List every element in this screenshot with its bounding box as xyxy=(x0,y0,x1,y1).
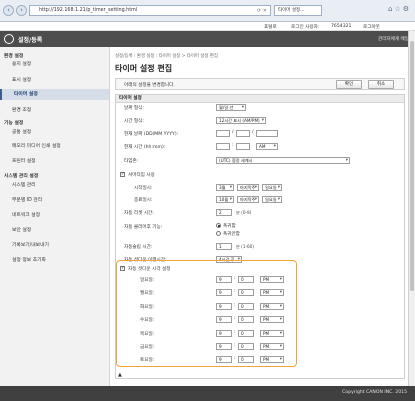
auto-reset-hint: 분 (0-9) xyxy=(236,210,252,215)
time-format-label: 시간 형식: xyxy=(124,119,144,124)
time-hour-input[interactable] xyxy=(216,143,230,150)
sidebar-group-function: 기능 설정 xyxy=(4,121,24,126)
settings-logo-icon xyxy=(4,34,14,44)
sidebar-item-system-manage[interactable]: 시스템 관리 xyxy=(0,180,109,191)
timezone-select[interactable]: (UTC) 협정 세계시 xyxy=(216,157,350,164)
page-scrollbar[interactable] xyxy=(408,31,415,386)
sidebar-item-security[interactable]: 보안 설정 xyxy=(0,225,109,236)
browser-toolbar: ‹ › http://192.168.1.21/p_timer_setting.… xyxy=(0,0,415,22)
cancel-button[interactable]: 취소 xyxy=(368,80,394,89)
page-title: 타이머 설정 편집 xyxy=(115,64,173,73)
dst-start-label: 시작일시: xyxy=(134,186,153,191)
dst-checkbox[interactable]: ✓ xyxy=(120,172,125,177)
login-user: 7654321 xyxy=(331,24,352,29)
date-year-input[interactable] xyxy=(256,130,278,137)
forward-arrow-icon[interactable]: › xyxy=(16,5,27,16)
time-minute-input[interactable] xyxy=(236,143,250,150)
sidebar-item-display[interactable]: 표시 설정 xyxy=(0,75,109,86)
sidebar-item-memory-print[interactable]: 메모리 미디어 인쇄 설정 xyxy=(0,141,109,152)
copyright-text: Copyright CANON INC. 2015 xyxy=(342,390,407,395)
sidebar-group-preferences: 환경 설정 xyxy=(4,54,24,59)
sidebar-item-dept-id[interactable]: 부문별 ID 관리 xyxy=(0,195,109,206)
after-reset-option-1: 폭귀함 xyxy=(223,224,236,229)
auto-sleep-input[interactable]: 1 xyxy=(216,243,232,250)
sidebar-item-adjustment[interactable]: 환경 조정 xyxy=(0,105,109,116)
action-bar: 아래의 설정을 변경합니다. 확인 취소 xyxy=(115,78,405,90)
date-day-input[interactable] xyxy=(216,130,230,137)
back-arrow-icon[interactable]: ‹ xyxy=(3,5,14,16)
auto-reset-input[interactable]: 2 xyxy=(216,209,232,216)
sidebar: 환경 설정 용지 설정 표시 설정 타이머 설정 환경 조정 기능 설정 공통 … xyxy=(0,47,110,386)
breadcrumb: 설정/등록 : 환경 설정 : 타이머 설정 > 타이머 설정 편집 xyxy=(115,54,218,59)
date-month-input[interactable] xyxy=(236,130,250,137)
app-title: 설정/등록 xyxy=(18,37,43,44)
panel-title: 타이머 설정 xyxy=(116,95,404,103)
dst-start-month-select[interactable]: 3월 xyxy=(216,184,234,191)
dst-end-label: 종료일시: xyxy=(134,198,153,203)
admin-mail-link[interactable]: 관리자에게 메일 xyxy=(378,36,409,42)
ok-button[interactable]: 확인 xyxy=(336,80,362,89)
sidebar-item-network[interactable]: 네트워크 설정 xyxy=(0,210,109,221)
refresh-icon[interactable]: ⟳ ✕ xyxy=(257,6,267,15)
portal-link[interactable]: 포털로 xyxy=(264,24,277,30)
dst-end-day-select[interactable]: 일요일 xyxy=(262,196,282,203)
after-reset-option-2: 폭귀안함 xyxy=(223,232,240,237)
auto-sleep-hint: 분 (1-60) xyxy=(236,244,254,249)
current-time-label: 현재 시간 (hh:mm): xyxy=(124,145,166,150)
after-reset-label: 자동 클리어후 기능: xyxy=(124,225,163,230)
sidebar-item-logs[interactable]: 기록보기/내보내기 xyxy=(0,240,109,251)
date-separator: / xyxy=(252,130,254,135)
time-ampm-select[interactable]: AM xyxy=(256,143,278,150)
app-header: 설정/등록 관리자에게 메일 xyxy=(0,31,415,47)
sidebar-item-common[interactable]: 공통 설정 xyxy=(0,127,109,138)
auto-reset-label: 자동 리셋 시간: xyxy=(124,211,154,216)
date-format-label: 날짜 형식: xyxy=(124,106,144,111)
dst-end-week-select[interactable]: 마지막주 xyxy=(237,196,259,203)
instruction-text: 아래의 설정을 변경합니다. xyxy=(124,83,175,88)
time-format-select[interactable]: 12시간 표시 (AM/PM) xyxy=(216,117,266,124)
url-text: http://192.168.1.21/p_timer_setting.html xyxy=(39,8,138,13)
address-bar[interactable]: http://192.168.1.21/p_timer_setting.html… xyxy=(29,5,271,16)
after-reset-radio-2[interactable] xyxy=(216,231,221,236)
auto-sleep-label: 자동슬립 시간: xyxy=(124,245,153,250)
browser-menu-icons[interactable]: ⌂☆⚙ xyxy=(388,5,411,13)
dst-end-month-select[interactable]: 10월 xyxy=(216,196,234,203)
weekly-highlight-frame xyxy=(116,260,297,367)
date-separator: / xyxy=(232,130,234,135)
dst-label: 서머타임 사용 xyxy=(128,173,155,178)
sidebar-group-system: 시스템 관리 설정 xyxy=(4,174,39,179)
sidebar-item-reset[interactable]: 설정 정보 초기화 xyxy=(0,255,109,266)
sidebar-item-timer[interactable]: 타이머 설정 xyxy=(0,89,109,100)
logout-link[interactable]: 로그아웃 xyxy=(363,24,380,30)
footer: Copyright CANON INC. 2015 xyxy=(0,386,415,401)
dst-start-week-select[interactable]: 마지막주 xyxy=(237,184,259,191)
date-format-select[interactable]: 월/일 년 xyxy=(216,104,246,111)
sidebar-item-paper[interactable]: 용지 설정 xyxy=(0,59,109,70)
browser-tab[interactable]: 타이머 설정... xyxy=(274,5,322,16)
user-bar: 포털로 로그인 사용자: 7654321 로그아웃 xyxy=(0,22,415,31)
page-top-icon[interactable]: ▲ xyxy=(118,372,122,378)
dst-start-day-select[interactable]: 일요일 xyxy=(262,184,282,191)
time-separator: : xyxy=(232,143,234,148)
scrollbar-thumb[interactable] xyxy=(410,41,414,291)
current-date-label: 현재 날짜 (DD/MM YYYY): xyxy=(124,132,179,137)
login-user-label: 로그인 사용자: xyxy=(291,25,320,30)
after-reset-radio-1[interactable] xyxy=(216,223,221,228)
timezone-label: 타임존: xyxy=(124,159,139,164)
sidebar-item-printer[interactable]: 프린터 설정 xyxy=(0,156,109,167)
